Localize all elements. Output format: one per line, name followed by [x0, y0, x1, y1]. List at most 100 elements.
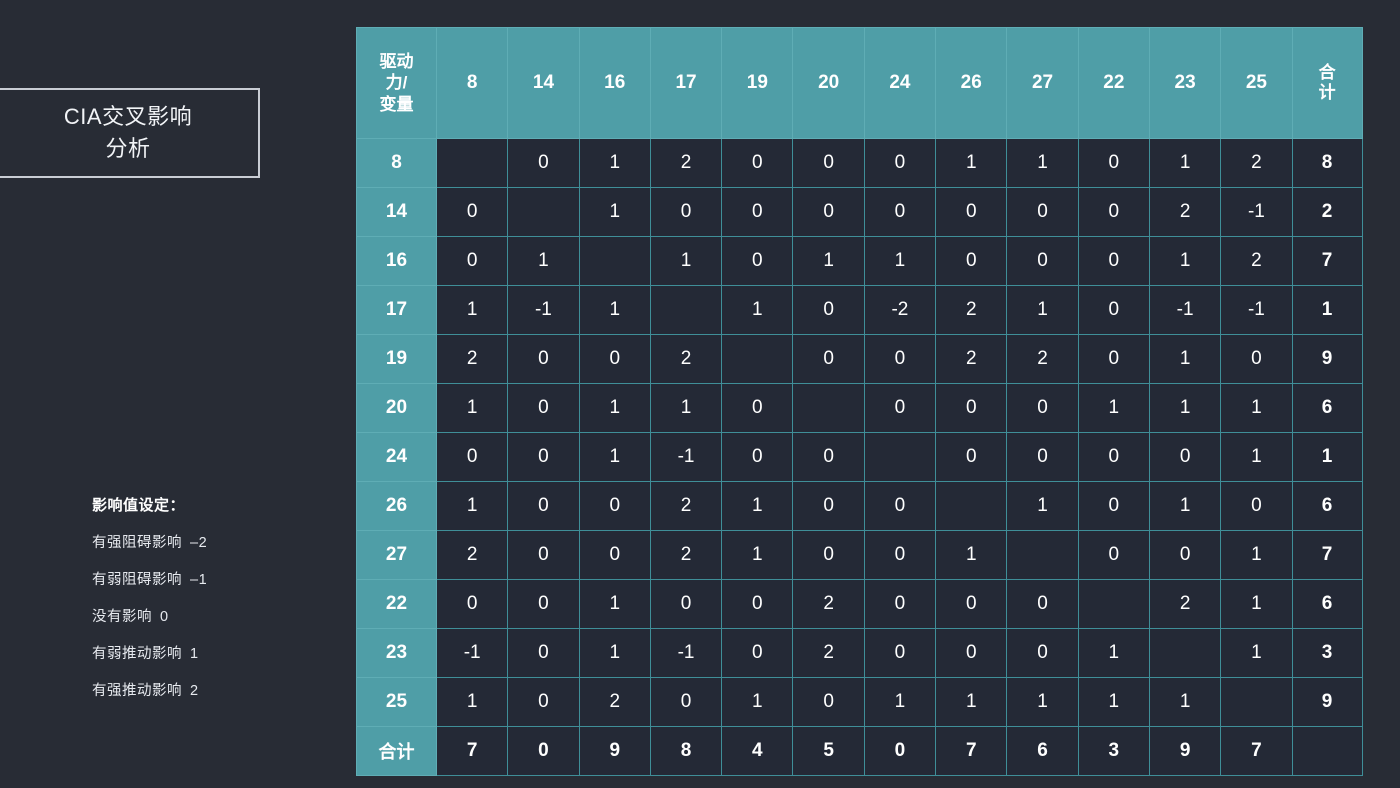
matrix-cell-23-8[interactable]: -1 [435, 628, 509, 678]
matrix-cell-24-27[interactable]: 0 [1006, 432, 1079, 482]
matrix-cell-20-20[interactable] [792, 383, 865, 433]
matrix-cell-27-17[interactable]: 2 [649, 530, 723, 580]
matrix-cell-14-27[interactable]: 0 [1006, 187, 1079, 237]
matrix-cell-20-27[interactable]: 0 [1006, 383, 1079, 433]
matrix-cell-20-26[interactable]: 0 [935, 383, 1008, 433]
matrix-cell-23-17[interactable]: -1 [649, 628, 723, 678]
matrix-cell-23-25[interactable]: 1 [1220, 628, 1293, 678]
matrix-cell-25-27[interactable]: 1 [1006, 677, 1079, 727]
matrix-cell-25-19[interactable]: 1 [721, 677, 794, 727]
matrix-cell-26-27[interactable]: 1 [1006, 481, 1079, 531]
matrix-cell-19-19[interactable] [721, 334, 794, 384]
matrix-cell-17-23[interactable]: -1 [1148, 285, 1222, 335]
matrix-cell-19-24[interactable]: 0 [863, 334, 937, 384]
matrix-cell-22-26[interactable]: 0 [935, 579, 1008, 629]
matrix-cell-20-25[interactable]: 1 [1220, 383, 1293, 433]
matrix-cell-27-26[interactable]: 1 [935, 530, 1008, 580]
matrix-cell-14-22[interactable]: 0 [1077, 187, 1150, 237]
matrix-cell-22-8[interactable]: 0 [435, 579, 509, 629]
matrix-cell-24-24[interactable] [863, 432, 937, 482]
matrix-cell-22-25[interactable]: 1 [1220, 579, 1293, 629]
matrix-cell-19-25[interactable]: 0 [1220, 334, 1293, 384]
matrix-cell-19-8[interactable]: 2 [435, 334, 509, 384]
matrix-cell-23-16[interactable]: 1 [578, 628, 651, 678]
matrix-cell-24-14[interactable]: 0 [507, 432, 580, 482]
matrix-cell-8-24[interactable]: 0 [863, 138, 937, 188]
matrix-cell-19-23[interactable]: 1 [1148, 334, 1222, 384]
matrix-cell-25-16[interactable]: 2 [578, 677, 651, 727]
matrix-cell-27-22[interactable]: 0 [1077, 530, 1150, 580]
matrix-cell-16-25[interactable]: 2 [1220, 236, 1293, 286]
matrix-cell-26-26[interactable] [935, 481, 1008, 531]
matrix-cell-8-19[interactable]: 0 [721, 138, 794, 188]
matrix-cell-14-17[interactable]: 0 [649, 187, 723, 237]
matrix-cell-23-20[interactable]: 2 [792, 628, 865, 678]
matrix-cell-8-26[interactable]: 1 [935, 138, 1008, 188]
matrix-cell-24-22[interactable]: 0 [1077, 432, 1150, 482]
matrix-cell-17-20[interactable]: 0 [792, 285, 865, 335]
matrix-cell-17-8[interactable]: 1 [435, 285, 509, 335]
matrix-cell-8-8[interactable] [435, 138, 509, 188]
matrix-cell-25-23[interactable]: 1 [1148, 677, 1222, 727]
matrix-cell-27-25[interactable]: 1 [1220, 530, 1293, 580]
matrix-cell-26-20[interactable]: 0 [792, 481, 865, 531]
matrix-cell-14-23[interactable]: 2 [1148, 187, 1222, 237]
matrix-cell-17-19[interactable]: 1 [721, 285, 794, 335]
matrix-cell-25-26[interactable]: 1 [935, 677, 1008, 727]
matrix-cell-27-20[interactable]: 0 [792, 530, 865, 580]
matrix-cell-24-8[interactable]: 0 [435, 432, 509, 482]
matrix-cell-17-27[interactable]: 1 [1006, 285, 1079, 335]
matrix-cell-16-19[interactable]: 0 [721, 236, 794, 286]
matrix-cell-19-26[interactable]: 2 [935, 334, 1008, 384]
matrix-cell-17-24[interactable]: -2 [863, 285, 937, 335]
matrix-cell-22-17[interactable]: 0 [649, 579, 723, 629]
matrix-cell-22-22[interactable] [1077, 579, 1150, 629]
matrix-cell-26-19[interactable]: 1 [721, 481, 794, 531]
matrix-cell-17-26[interactable]: 2 [935, 285, 1008, 335]
matrix-cell-24-16[interactable]: 1 [578, 432, 651, 482]
matrix-cell-16-24[interactable]: 1 [863, 236, 937, 286]
matrix-cell-27-27[interactable] [1006, 530, 1079, 580]
matrix-cell-8-25[interactable]: 2 [1220, 138, 1293, 188]
matrix-cell-8-23[interactable]: 1 [1148, 138, 1222, 188]
matrix-cell-14-19[interactable]: 0 [721, 187, 794, 237]
matrix-cell-26-17[interactable]: 2 [649, 481, 723, 531]
matrix-cell-19-22[interactable]: 0 [1077, 334, 1150, 384]
matrix-cell-20-24[interactable]: 0 [863, 383, 937, 433]
matrix-cell-23-22[interactable]: 1 [1077, 628, 1150, 678]
matrix-cell-16-14[interactable]: 1 [507, 236, 580, 286]
matrix-cell-26-23[interactable]: 1 [1148, 481, 1222, 531]
matrix-cell-8-14[interactable]: 0 [507, 138, 580, 188]
matrix-cell-16-26[interactable]: 0 [935, 236, 1008, 286]
matrix-cell-16-17[interactable]: 1 [649, 236, 723, 286]
matrix-cell-23-23[interactable] [1148, 628, 1222, 678]
matrix-cell-17-22[interactable]: 0 [1077, 285, 1150, 335]
matrix-cell-14-16[interactable]: 1 [578, 187, 651, 237]
matrix-cell-22-20[interactable]: 2 [792, 579, 865, 629]
matrix-cell-19-17[interactable]: 2 [649, 334, 723, 384]
matrix-cell-24-23[interactable]: 0 [1148, 432, 1222, 482]
matrix-cell-26-22[interactable]: 0 [1077, 481, 1150, 531]
matrix-cell-19-14[interactable]: 0 [507, 334, 580, 384]
matrix-cell-27-16[interactable]: 0 [578, 530, 651, 580]
matrix-cell-8-17[interactable]: 2 [649, 138, 723, 188]
matrix-cell-23-24[interactable]: 0 [863, 628, 937, 678]
matrix-cell-23-26[interactable]: 0 [935, 628, 1008, 678]
matrix-cell-17-14[interactable]: -1 [507, 285, 580, 335]
matrix-cell-19-16[interactable]: 0 [578, 334, 651, 384]
matrix-cell-16-8[interactable]: 0 [435, 236, 509, 286]
matrix-cell-8-20[interactable]: 0 [792, 138, 865, 188]
matrix-cell-27-8[interactable]: 2 [435, 530, 509, 580]
matrix-cell-25-20[interactable]: 0 [792, 677, 865, 727]
matrix-cell-25-17[interactable]: 0 [649, 677, 723, 727]
matrix-cell-22-27[interactable]: 0 [1006, 579, 1079, 629]
matrix-cell-20-23[interactable]: 1 [1148, 383, 1222, 433]
matrix-cell-22-24[interactable]: 0 [863, 579, 937, 629]
matrix-cell-20-17[interactable]: 1 [649, 383, 723, 433]
matrix-cell-25-24[interactable]: 1 [863, 677, 937, 727]
matrix-cell-14-20[interactable]: 0 [792, 187, 865, 237]
matrix-cell-25-14[interactable]: 0 [507, 677, 580, 727]
matrix-cell-19-27[interactable]: 2 [1006, 334, 1079, 384]
matrix-cell-20-19[interactable]: 0 [721, 383, 794, 433]
matrix-cell-14-14[interactable] [507, 187, 580, 237]
